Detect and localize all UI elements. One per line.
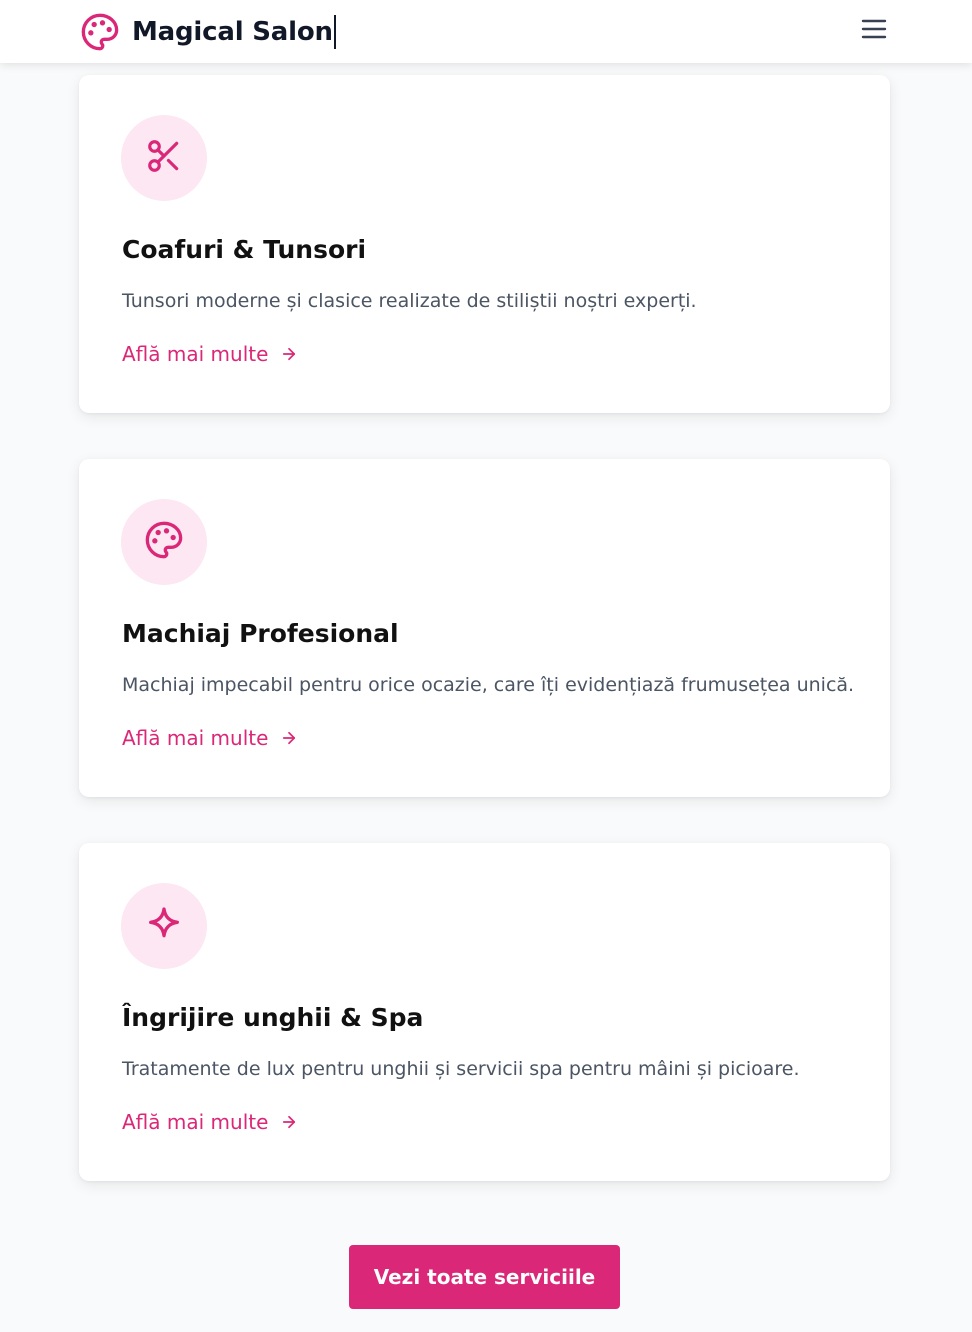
service-icon-circle	[121, 499, 207, 585]
service-card: Îngrijire unghii & Spa Tratamente de lux…	[79, 843, 890, 1181]
palette-icon	[80, 12, 120, 52]
view-all-services-button[interactable]: Vezi toate serviciile	[349, 1245, 620, 1309]
scissors-icon	[145, 137, 183, 179]
arrow-right-icon	[280, 345, 298, 363]
text-cursor	[333, 15, 336, 49]
learn-more-label: Află mai multe	[122, 726, 269, 750]
service-icon-circle	[121, 883, 207, 969]
sparkle-icon	[144, 904, 184, 948]
service-card: Coafuri & Tunsori Tunsori moderne și cla…	[79, 75, 890, 413]
service-title: Machiaj Profesional	[122, 619, 399, 648]
arrow-right-icon	[280, 729, 298, 747]
menu-button[interactable]	[857, 16, 891, 46]
learn-more-label: Află mai multe	[122, 1110, 269, 1134]
learn-more-link[interactable]: Află mai multe	[122, 342, 298, 366]
service-title: Coafuri & Tunsori	[122, 235, 367, 264]
service-icon-circle	[121, 115, 207, 201]
brand-name: Magical Salon	[132, 17, 333, 47]
brand-logo-link[interactable]: Magical Salon	[80, 11, 336, 53]
service-title: Îngrijire unghii & Spa	[122, 1003, 424, 1032]
service-description: Machiaj impecabil pentru orice ocazie, c…	[122, 674, 855, 696]
palette-icon	[144, 520, 184, 564]
service-description: Tratamente de lux pentru unghii și servi…	[122, 1058, 800, 1080]
learn-more-label: Află mai multe	[122, 342, 269, 366]
hamburger-menu-icon	[860, 17, 888, 45]
learn-more-link[interactable]: Află mai multe	[122, 1110, 298, 1134]
learn-more-link[interactable]: Află mai multe	[122, 726, 298, 750]
site-header: Magical Salon	[0, 0, 972, 63]
service-description: Tunsori moderne și clasice realizate de …	[122, 290, 697, 312]
arrow-right-icon	[280, 1113, 298, 1131]
service-card: Machiaj Profesional Machiaj impecabil pe…	[79, 459, 890, 797]
page: Magical Salon Coafuri & Tunsori Tunsori …	[0, 0, 972, 1332]
